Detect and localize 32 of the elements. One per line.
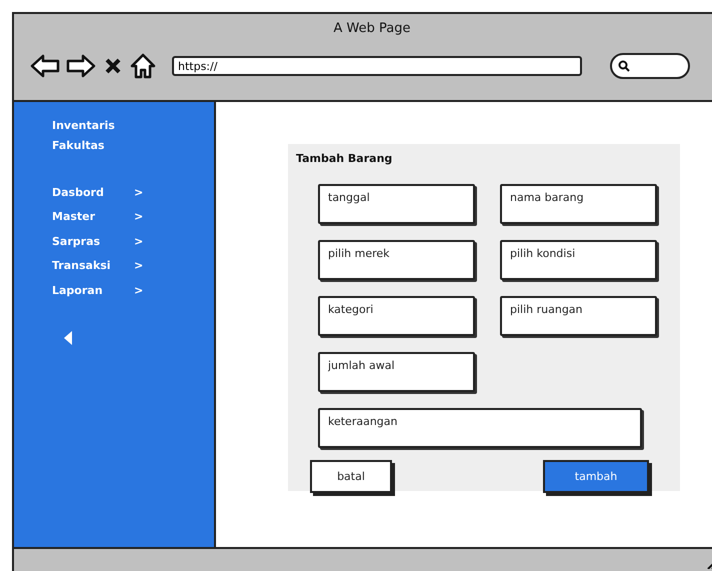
- cancel-button[interactable]: batal: [310, 460, 392, 493]
- sidebar-item[interactable]: Master: [52, 210, 134, 224]
- search-icon: [618, 60, 630, 72]
- window-title: A Web Page: [334, 20, 410, 38]
- input-field[interactable]: pilih kondisi: [500, 240, 657, 280]
- search-field[interactable]: [610, 53, 690, 79]
- back-arrow-icon[interactable]: [30, 54, 60, 78]
- chevron[interactable]: >: [134, 234, 144, 248]
- input-field[interactable]: tanggal: [318, 184, 475, 224]
- collapse-arrow-icon[interactable]: [64, 330, 72, 344]
- input-field[interactable]: keteraangan: [318, 408, 642, 448]
- chevron[interactable]: >: [134, 284, 144, 297]
- sidebar-title: Inventaris: [52, 118, 116, 134]
- add-button[interactable]: tambah: [543, 460, 649, 493]
- chevron[interactable]: >: [134, 210, 144, 224]
- form-title: Tambah Barang: [296, 152, 394, 167]
- sidebar-title: Fakultas: [52, 138, 106, 154]
- sidebar-item[interactable]: Dasbord: [52, 186, 134, 199]
- input-field[interactable]: pilih ruangan: [500, 296, 657, 336]
- input-field[interactable]: jumlah awal: [318, 352, 475, 392]
- close-icon[interactable]: [104, 57, 122, 75]
- chevron[interactable]: >: [134, 186, 144, 199]
- forward-arrow-icon[interactable]: [66, 54, 96, 78]
- sidebar-item[interactable]: Sarpras: [52, 234, 134, 248]
- input-field[interactable]: nama barang: [500, 184, 657, 224]
- sidebar-item[interactable]: Laporan: [52, 284, 134, 297]
- input-field[interactable]: pilih merek: [318, 240, 475, 280]
- input-field[interactable]: kategori: [318, 296, 475, 336]
- sidebar-item[interactable]: Transaksi: [52, 259, 134, 272]
- url-field[interactable]: https://: [172, 56, 582, 76]
- home-icon[interactable]: [130, 53, 156, 79]
- chevron[interactable]: >: [134, 259, 144, 272]
